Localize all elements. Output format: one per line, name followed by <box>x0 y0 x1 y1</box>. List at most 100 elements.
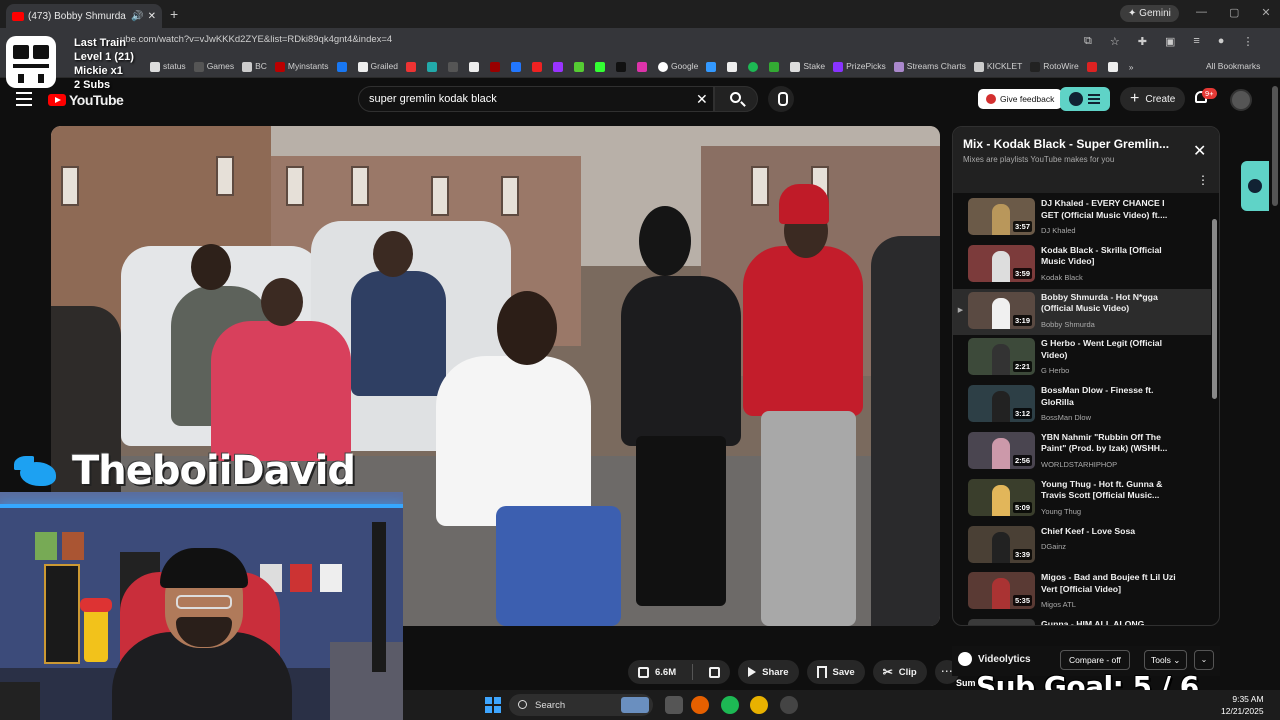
video-thumbnail[interactable]: 3:39 <box>968 525 1035 563</box>
video-title[interactable]: YBN Nahmir "Rubbin Off The Paint" (Prod.… <box>1041 432 1181 455</box>
mix-list-item[interactable]: Gunna - HIM ALL ALONG <box>953 616 1211 625</box>
mix-list-item[interactable]: 5:09 Young Thug - Hot ft. Gunna & Travis … <box>953 476 1211 523</box>
browser-tab[interactable]: (473) Bobby Shmurda - Hot N 🔊 ✕ <box>6 4 162 28</box>
close-window-icon[interactable]: ✕ <box>1261 6 1270 19</box>
bookmark-item[interactable]: Stake <box>790 61 825 72</box>
video-title[interactable]: Kodak Black - Skrilla [Official Music Vi… <box>1041 245 1181 268</box>
bookmark-icon[interactable] <box>405 61 419 72</box>
page-scrollbar[interactable] <box>1272 86 1278 206</box>
tab-close-icon[interactable]: ✕ <box>148 11 156 22</box>
gemini-button[interactable]: ✦ Gemini <box>1120 5 1179 22</box>
bookmark-icon[interactable] <box>447 61 461 72</box>
create-button[interactable]: + Create <box>1120 87 1186 111</box>
tools-dropdown[interactable]: Tools ⌄ <box>1144 650 1188 670</box>
install-icon[interactable]: ⧉ <box>1084 35 1092 48</box>
channel-name[interactable]: WORLDSTARHIPHOP <box>1041 460 1181 469</box>
rumble-bookmark-icon[interactable] <box>573 61 587 72</box>
bookmark-icon[interactable] <box>426 61 440 72</box>
video-thumbnail[interactable]: 3:59 <box>968 244 1035 282</box>
video-thumbnail[interactable]: 3:57 <box>968 198 1035 235</box>
sidepanel-icon[interactable]: ▣ <box>1165 35 1175 48</box>
x-bookmark-icon[interactable] <box>615 61 629 72</box>
media-icon[interactable]: ≡ <box>1193 35 1199 48</box>
taskbar-search[interactable]: Search <box>509 694 653 716</box>
expand-icon[interactable]: ⌄ <box>1194 650 1214 670</box>
channel-name[interactable]: G Herbo <box>1041 366 1181 375</box>
more-vert-icon[interactable]: ⋮ <box>1197 173 1209 187</box>
bookmark-icon[interactable] <box>552 61 566 72</box>
minimize-icon[interactable]: — <box>1196 6 1207 19</box>
extension-toggle-button[interactable] <box>1060 87 1110 111</box>
bookmark-item[interactable]: RotoWire <box>1030 61 1079 72</box>
all-bookmarks[interactable]: All Bookmarks <box>1206 61 1260 71</box>
mix-list-item[interactable]: 5:35 Migos - Bad and Boujee ft Lil Uzi Ve… <box>953 569 1211 616</box>
channel-name[interactable]: Migos ATL <box>1041 600 1181 609</box>
video-title[interactable]: Chief Keef - Love Sosa <box>1041 526 1181 538</box>
profile-icon[interactable]: ● <box>1218 35 1225 48</box>
video-title[interactable]: Gunna - HIM ALL ALONG <box>1041 619 1181 625</box>
tab-audio-icon[interactable]: 🔊 <box>131 11 143 22</box>
bookmark-icon[interactable] <box>1086 61 1100 72</box>
task-view-icon[interactable] <box>665 696 683 714</box>
url-field[interactable]: ube.com/watch?v=vJwKKKd2ZYE&list=RDki89q… <box>120 34 392 45</box>
bookmark-icon[interactable] <box>531 61 545 72</box>
mix-title[interactable]: Mix - Kodak Black - Super Gremlin... <box>963 137 1181 151</box>
video-thumbnail[interactable] <box>968 619 1035 625</box>
avatar[interactable] <box>1230 89 1252 111</box>
dislike-button[interactable] <box>699 660 730 684</box>
spotify-icon[interactable] <box>721 696 739 714</box>
video-thumbnail[interactable]: 5:09 <box>968 478 1035 516</box>
mix-list-item[interactable]: 3:39 Chief Keef - Love Sosa DGainz <box>953 523 1211 570</box>
bookmark-icon[interactable] <box>769 61 782 72</box>
clip-button[interactable]: ✂ Clip <box>872 660 927 684</box>
bookmark-icon[interactable] <box>489 61 503 72</box>
mix-scrollbar[interactable] <box>1212 219 1217 399</box>
channel-name[interactable]: DGainz <box>1041 542 1181 551</box>
bookmark-item[interactable]: BC <box>242 61 267 72</box>
mix-list-item[interactable]: 2:56 YBN Nahmir "Rubbin Off The Paint" (P… <box>953 429 1211 476</box>
mix-list-item[interactable]: ▶ 3:19 Bobby Shmurda - Hot N*gga (Official… <box>953 288 1211 336</box>
bookmark-item[interactable]: KICKLET <box>973 61 1022 72</box>
channel-name[interactable]: BossMan Dlow <box>1041 413 1181 422</box>
video-title[interactable]: Bobby Shmurda - Hot N*gga (Official Musi… <box>1041 292 1181 315</box>
bookmark-icon[interactable] <box>468 61 482 72</box>
bookmark-icon[interactable] <box>706 61 719 72</box>
bookmark-icon[interactable] <box>510 61 524 72</box>
windows-start-icon[interactable] <box>485 697 501 713</box>
amazon-bookmark-icon[interactable] <box>727 61 740 72</box>
chrome-icon[interactable] <box>750 696 768 714</box>
spotify-bookmark-icon[interactable] <box>748 61 761 72</box>
instagram-bookmark-icon[interactable] <box>636 61 650 72</box>
bookmark-item[interactable]: PrizePicks <box>833 61 886 72</box>
video-title[interactable]: Migos - Bad and Boujee ft Lil Uzi Vert [… <box>1041 572 1181 595</box>
browser-menu-icon[interactable]: ⋮ <box>1242 35 1253 48</box>
video-title[interactable]: G Herbo - Went Legit (Official Video) <box>1041 338 1181 361</box>
bookmarks-chevron-icon[interactable]: » <box>1129 62 1134 72</box>
save-button[interactable]: Save <box>806 660 865 684</box>
compare-toggle-button[interactable]: Compare - off <box>1060 650 1130 670</box>
new-tab-button[interactable]: + <box>170 6 178 22</box>
close-icon[interactable]: ✕ <box>1193 141 1206 161</box>
maximize-icon[interactable]: ▢ <box>1229 6 1239 19</box>
firefox-icon[interactable] <box>691 696 709 714</box>
extensions-icon[interactable]: ✚ <box>1138 35 1147 48</box>
video-thumbnail[interactable]: 5:35 <box>968 572 1035 610</box>
bookmark-item[interactable]: Streams Charts <box>893 61 966 72</box>
kick-bookmark-icon[interactable] <box>594 61 608 72</box>
bookmark-item[interactable]: Grailed <box>357 61 398 72</box>
voice-search-icon[interactable] <box>768 86 794 112</box>
bookmark-item[interactable]: status <box>150 61 186 72</box>
mix-list-item[interactable]: 2:21 G Herbo - Went Legit (Official Video… <box>953 335 1211 382</box>
star-icon[interactable]: ☆ <box>1110 35 1120 48</box>
facebook-bookmark-icon[interactable] <box>336 61 350 72</box>
mix-list-item[interactable]: 3:59 Kodak Black - Skrilla [Official Musi… <box>953 242 1211 289</box>
search-button[interactable] <box>714 86 758 112</box>
hamburger-menu-icon[interactable] <box>16 92 32 106</box>
channel-name[interactable]: Bobby Shmurda <box>1041 320 1181 329</box>
channel-name[interactable]: DJ Khaled <box>1041 226 1181 235</box>
search-input[interactable]: super gremlin kodak black <box>358 86 714 112</box>
share-button[interactable]: Share <box>738 660 799 684</box>
taskbar-clock[interactable]: 9:35 AM 12/21/2025 <box>1221 693 1264 717</box>
video-title[interactable]: BossMan Dlow - Finesse ft. GloRilla <box>1041 385 1181 408</box>
video-thumbnail[interactable]: 3:19 <box>968 291 1035 329</box>
